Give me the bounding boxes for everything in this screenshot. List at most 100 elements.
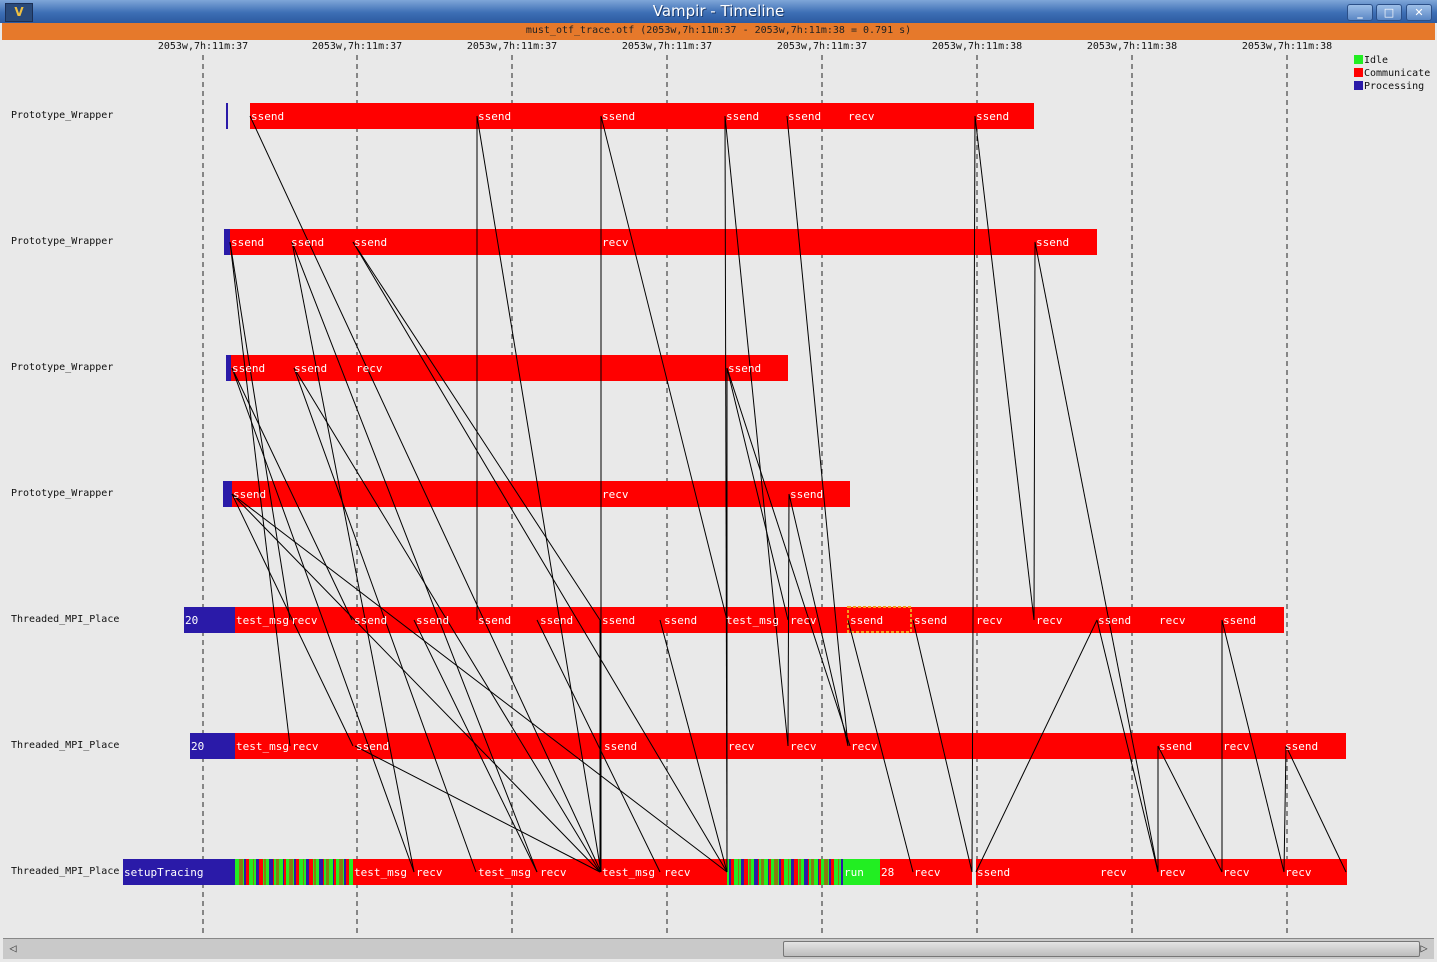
activity-stripe bbox=[839, 859, 841, 885]
function-label: ssend bbox=[850, 614, 883, 627]
function-label: ssend bbox=[1223, 614, 1256, 627]
process-label[interactable]: Prototype_Wrapper bbox=[11, 488, 113, 499]
message-line bbox=[291, 241, 415, 873]
activity-stripe bbox=[279, 859, 283, 885]
message-line bbox=[229, 241, 291, 621]
minimize-button[interactable]: _ bbox=[1347, 4, 1373, 21]
trace-info-text: must_otf_trace.otf (2053w,7h:11m:37 - 20… bbox=[525, 25, 912, 36]
function-label: ssend bbox=[728, 362, 761, 375]
function-label: recv bbox=[1159, 614, 1186, 627]
activity-stripe bbox=[814, 859, 818, 885]
trace-info-bar: must_otf_trace.otf (2053w,7h:11m:37 - 20… bbox=[2, 23, 1435, 40]
activity-stripe bbox=[801, 859, 804, 885]
legend-item-idle[interactable]: Idle bbox=[1354, 55, 1388, 67]
time-tick-label: 2053w,7h:11m:37 bbox=[621, 41, 713, 52]
activity-stripe bbox=[244, 859, 246, 885]
function-label: recv bbox=[1285, 866, 1312, 879]
horizontal-scrollbar[interactable]: ◁ ▷ bbox=[3, 938, 1434, 959]
close-button[interactable]: ✕ bbox=[1406, 4, 1432, 21]
process-label[interactable]: Prototype_Wrapper bbox=[11, 110, 113, 121]
activity-stripe bbox=[784, 859, 788, 885]
process-label[interactable]: Prototype_Wrapper bbox=[11, 236, 113, 247]
function-label: ssend bbox=[251, 110, 284, 123]
function-label: ssend bbox=[232, 362, 265, 375]
activity-stripe bbox=[749, 859, 751, 885]
activity-stripe bbox=[276, 859, 279, 885]
process-label[interactable]: Threaded_MPI_Place bbox=[11, 614, 119, 625]
activity-stripe bbox=[729, 859, 731, 885]
activity-stripe bbox=[324, 859, 326, 885]
activity-stripe bbox=[791, 859, 794, 885]
scrollbar-thumb[interactable] bbox=[783, 941, 1420, 957]
activity-stripe bbox=[798, 859, 799, 885]
activity-stripe bbox=[808, 859, 809, 885]
function-label: recv bbox=[540, 866, 567, 879]
function-label: 28 bbox=[881, 866, 894, 879]
function-bar bbox=[223, 481, 232, 507]
function-label: ssend bbox=[1159, 740, 1192, 753]
process-label[interactable]: Threaded_MPI_Place bbox=[11, 740, 119, 751]
function-label: ssend bbox=[914, 614, 947, 627]
function-label: ssend bbox=[354, 236, 387, 249]
function-label: ssend bbox=[790, 488, 823, 501]
activity-stripe bbox=[838, 859, 839, 885]
activity-stripe bbox=[774, 859, 778, 885]
function-label: ssend bbox=[540, 614, 573, 627]
function-label: recv bbox=[416, 866, 443, 879]
function-bar bbox=[226, 355, 231, 381]
function-label: test_msg bbox=[354, 866, 407, 879]
function-label: 20 bbox=[191, 740, 204, 753]
activity-stripe bbox=[289, 859, 293, 885]
function-label: recv bbox=[790, 740, 817, 753]
idle-swatch bbox=[1354, 55, 1363, 64]
scroll-right-arrow-icon[interactable]: ▷ bbox=[1416, 941, 1432, 956]
activity-stripe bbox=[254, 859, 256, 885]
activity-stripe bbox=[314, 859, 316, 885]
function-label: ssend bbox=[356, 740, 389, 753]
process-label[interactable]: Prototype_Wrapper bbox=[11, 362, 113, 373]
message-line bbox=[787, 493, 790, 747]
activity-stripe bbox=[299, 859, 303, 885]
activity-stripe bbox=[343, 859, 344, 885]
activity-stripe bbox=[759, 859, 761, 885]
legend-item-processing[interactable]: Processing bbox=[1354, 81, 1424, 93]
function-label: recv bbox=[664, 866, 691, 879]
timeline-canvas[interactable]: ssend ssend ssend ssend ssend recv ssend ssend s… bbox=[0, 0, 1437, 962]
function-label: recv bbox=[976, 614, 1003, 627]
activity-stripe bbox=[266, 859, 269, 885]
function-label: ssend bbox=[294, 362, 327, 375]
function-label: ssend bbox=[602, 614, 635, 627]
activity-stripe bbox=[313, 859, 314, 885]
activity-stripe bbox=[286, 859, 289, 885]
time-tick-label: 2053w,7h:11m:37 bbox=[311, 41, 403, 52]
activity-stripe bbox=[344, 859, 346, 885]
function-label: recv bbox=[291, 614, 318, 627]
function-label: test_msg bbox=[478, 866, 531, 879]
process-label[interactable]: Threaded_MPI_Place bbox=[11, 866, 119, 877]
activity-stripe bbox=[269, 859, 273, 885]
window-titlebar[interactable]: V Vampir - Timeline _ □ ✕ bbox=[0, 0, 1437, 23]
activity-stripe bbox=[306, 859, 309, 885]
activity-stripe bbox=[731, 859, 734, 885]
scroll-left-arrow-icon[interactable]: ◁ bbox=[5, 941, 21, 956]
maximize-button[interactable]: □ bbox=[1376, 4, 1402, 21]
message-line bbox=[786, 115, 849, 747]
activity-stripe bbox=[246, 859, 249, 885]
activity-stripe bbox=[748, 859, 749, 885]
function-label: ssend bbox=[788, 110, 821, 123]
function-label: test_msg bbox=[236, 614, 289, 627]
activity-stripe bbox=[326, 859, 329, 885]
message-line bbox=[1034, 241, 1159, 873]
activity-stripe bbox=[769, 859, 771, 885]
window-title: Vampir - Timeline bbox=[652, 2, 785, 20]
activity-stripe bbox=[236, 859, 239, 885]
legend-item-communicate[interactable]: Communicate bbox=[1354, 68, 1430, 80]
function-bar bbox=[250, 103, 1034, 129]
activity-stripe bbox=[734, 859, 738, 885]
function-label: run bbox=[844, 866, 864, 879]
activity-stripe bbox=[789, 859, 791, 885]
activity-stripe bbox=[778, 859, 779, 885]
function-label: recv bbox=[292, 740, 319, 753]
activity-stripe bbox=[294, 859, 296, 885]
function-label: ssend bbox=[602, 110, 635, 123]
